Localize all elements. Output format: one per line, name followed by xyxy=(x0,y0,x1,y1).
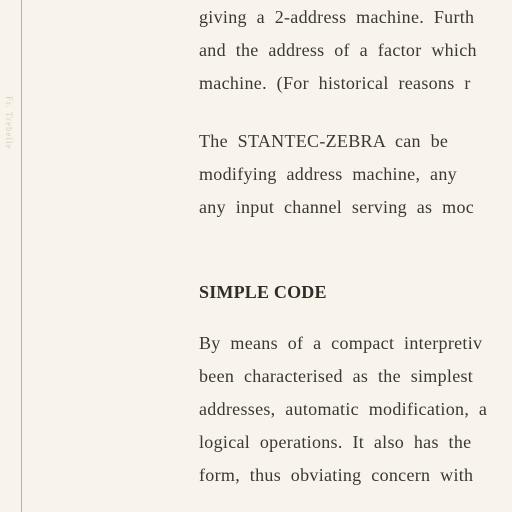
margin-rule xyxy=(21,0,22,512)
faint-margin-marking: Fr. Trebelle xyxy=(4,96,14,150)
section-heading: SIMPLE CODE xyxy=(199,282,327,302)
paragraph-line: any input channel serving as moc xyxy=(199,197,475,217)
paragraph-line: By means of a compact interpretiv xyxy=(199,333,483,353)
paragraph-line: The STANTEC-ZEBRA can be xyxy=(199,131,449,151)
paragraph-line: logical operations. It also has the xyxy=(199,432,472,452)
paragraph-line: addresses, automatic modification, a xyxy=(199,399,488,419)
paragraph-line: machine. (For historical reasons r xyxy=(199,73,471,93)
paragraph-line: giving a 2-address machine. Furth xyxy=(199,7,475,27)
paragraph-line: and the address of a factor which xyxy=(199,40,477,60)
paragraph-line: been characterised as the simplest xyxy=(199,366,474,386)
document-page: Fr. Trebelle giving a 2-address machine.… xyxy=(0,0,512,512)
paragraph-line: form, thus obviating concern with xyxy=(199,465,474,485)
paragraph-line: modifying address machine, any xyxy=(199,164,457,184)
